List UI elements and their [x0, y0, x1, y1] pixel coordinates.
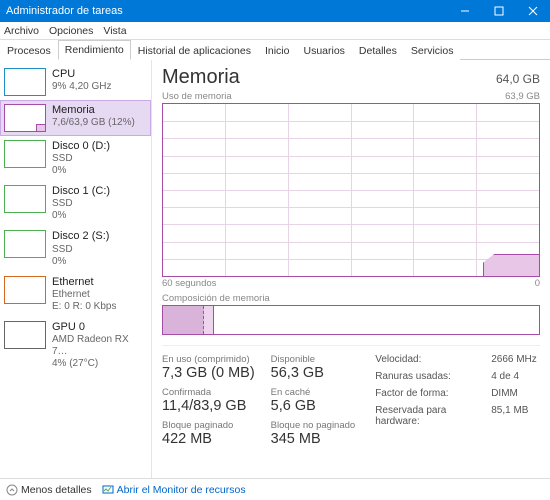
sidebar-item-label: Ethernet	[52, 276, 116, 289]
stat-value-cached: 5,6 GB	[271, 398, 356, 414]
sidebar-item-cpu[interactable]: CPU 9% 4,20 GHz	[0, 64, 151, 100]
maximize-button[interactable]	[482, 0, 516, 22]
memory-thumb-icon	[4, 104, 46, 132]
kv-reserved-label: Reservada para hardware:	[375, 405, 485, 427]
sidebar-item-label: CPU	[52, 68, 111, 81]
sidebar-item-ethernet[interactable]: Ethernet Ethernet E: 0 R: 0 Kbps	[0, 272, 151, 317]
tab-services[interactable]: Servicios	[404, 41, 461, 60]
kv-form-value: DIMM	[491, 388, 518, 399]
sidebar-item-gpu0[interactable]: GPU 0 AMD Radeon RX 7… 4% (27°C)	[0, 317, 151, 374]
titlebar: Administrador de tareas	[0, 0, 550, 22]
gpu-thumb-icon	[4, 321, 46, 349]
sidebar-item-label: Memoria	[52, 104, 135, 117]
stat-label-committed: Confirmada	[162, 387, 255, 398]
composition-label: Composición de memoria	[162, 293, 540, 304]
stat-label-inuse: En uso (comprimido)	[162, 354, 255, 365]
tab-app-history[interactable]: Historial de aplicaciones	[131, 41, 258, 60]
memory-composition-bar	[162, 305, 540, 335]
sidebar-item-label: Disco 1 (C:)	[52, 185, 110, 198]
kv-slots-label: Ranuras usadas:	[375, 371, 485, 382]
sidebar-item-label: GPU 0	[52, 321, 145, 334]
stat-value-committed: 11,4/83,9 GB	[162, 398, 255, 414]
close-button[interactable]	[516, 0, 550, 22]
open-resource-monitor-link[interactable]: Abrir el Monitor de recursos	[102, 484, 246, 496]
kv-speed-label: Velocidad:	[375, 354, 485, 365]
monitor-icon	[102, 484, 114, 496]
x-axis-left: 60 segundos	[162, 278, 216, 289]
chart-fill	[483, 254, 539, 276]
stat-value-pagedpool: 422 MB	[162, 431, 255, 447]
sidebar-item-memory[interactable]: Memoria 7,6/63,9 GB (12%)	[0, 100, 151, 136]
stat-value-inuse: 7,3 GB (0 MB)	[162, 365, 255, 381]
fewer-details-button[interactable]: Menos detalles	[6, 484, 92, 496]
disk-thumb-icon	[4, 140, 46, 168]
sidebar: CPU 9% 4,20 GHz Memoria 7,6/63,9 GB (12%…	[0, 60, 152, 478]
menu-view[interactable]: Vista	[103, 25, 126, 37]
kv-reserved-value: 85,1 MB	[491, 405, 528, 427]
cpu-thumb-icon	[4, 68, 46, 96]
kv-speed-value: 2666 MHz	[491, 354, 537, 365]
stat-value-nonpagedpool: 345 MB	[271, 431, 356, 447]
menu-file[interactable]: Archivo	[4, 25, 39, 37]
window-title: Administrador de tareas	[6, 5, 448, 17]
menubar: Archivo Opciones Vista	[0, 22, 550, 40]
stat-label-pagedpool: Bloque paginado	[162, 420, 255, 431]
main-pane: Memoria 64,0 GB Uso de memoria 63,9 GB 6…	[152, 60, 550, 478]
kv-form-label: Factor de forma:	[375, 388, 485, 399]
page-title: Memoria	[162, 66, 240, 89]
footer: Menos detalles Abrir el Monitor de recur…	[0, 478, 550, 500]
sidebar-item-label: Disco 0 (D:)	[52, 140, 110, 153]
sidebar-item-disk2[interactable]: Disco 2 (S:) SSD 0%	[0, 226, 151, 271]
ethernet-thumb-icon	[4, 276, 46, 304]
stat-label-nonpagedpool: Bloque no paginado	[271, 420, 356, 431]
tab-users[interactable]: Usuarios	[296, 41, 351, 60]
chart-label-right: 63,9 GB	[505, 91, 540, 102]
kv-slots-value: 4 de 4	[491, 371, 519, 382]
stat-label-available: Disponible	[271, 354, 356, 365]
menu-options[interactable]: Opciones	[49, 25, 93, 37]
tab-details[interactable]: Detalles	[352, 41, 404, 60]
tab-performance[interactable]: Rendimiento	[58, 40, 131, 60]
disk-thumb-icon	[4, 230, 46, 258]
sidebar-item-label: Disco 2 (S:)	[52, 230, 109, 243]
minimize-button[interactable]	[448, 0, 482, 22]
capacity-label: 64,0 GB	[496, 72, 540, 86]
memory-usage-chart	[162, 103, 540, 277]
sidebar-item-disk0[interactable]: Disco 0 (D:) SSD 0%	[0, 136, 151, 181]
sidebar-item-disk1[interactable]: Disco 1 (C:) SSD 0%	[0, 181, 151, 226]
stat-value-available: 56,3 GB	[271, 365, 356, 381]
tab-startup[interactable]: Inicio	[258, 41, 297, 60]
tab-processes[interactable]: Procesos	[0, 41, 58, 60]
chevron-up-icon	[6, 484, 18, 496]
chart-label-left: Uso de memoria	[162, 91, 232, 102]
stat-label-cached: En caché	[271, 387, 356, 398]
disk-thumb-icon	[4, 185, 46, 213]
tabbar: Procesos Rendimiento Historial de aplica…	[0, 40, 550, 60]
x-axis-right: 0	[535, 278, 540, 289]
